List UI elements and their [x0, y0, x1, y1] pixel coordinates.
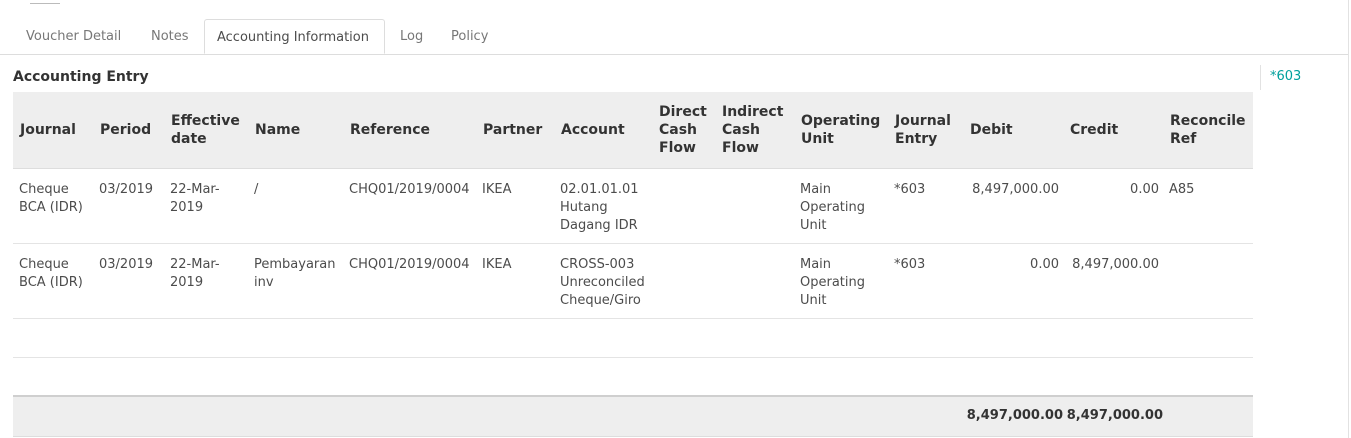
column-header-period[interactable]: Period	[93, 92, 164, 169]
column-header-journal[interactable]: Journal	[13, 92, 93, 169]
tab-policy[interactable]: Policy	[451, 19, 488, 54]
cell-period: 03/2019	[93, 243, 164, 319]
tab-notes[interactable]: Notes	[151, 19, 189, 54]
tab-log[interactable]: Log	[400, 19, 423, 54]
cell-effective-date: 22-Mar-2019	[164, 243, 248, 319]
column-header-name[interactable]: Name	[248, 92, 343, 169]
cell-debit: 8,497,000.00	[963, 168, 1063, 244]
cell-account: CROSS-003 Unreconciled Cheque/Giro	[554, 243, 652, 319]
cell-debit: 0.00	[963, 243, 1063, 319]
table-row[interactable]: Cheque BCA (IDR) 03/2019 22-Mar-2019 Pem…	[13, 243, 1253, 319]
section-title: Accounting Entry	[13, 69, 149, 85]
cell-journal: Cheque BCA (IDR)	[13, 243, 93, 319]
column-header-reference[interactable]: Reference	[343, 92, 476, 169]
cell-indirect-cash-flow	[715, 168, 794, 244]
column-header-credit[interactable]: Credit	[1063, 92, 1163, 169]
cell-journal: Cheque BCA (IDR)	[13, 168, 93, 244]
cell-operating-unit: Main Operating Unit	[794, 243, 888, 319]
cell-journal-entry: *603	[888, 168, 963, 244]
empty-row	[13, 357, 1253, 397]
top-edge-fragment	[30, 0, 60, 4]
column-header-account[interactable]: Account	[554, 92, 652, 169]
tab-voucher-detail[interactable]: Voucher Detail	[26, 19, 121, 54]
cell-reference: CHQ01/2019/0004	[343, 168, 476, 244]
accounting-entry-table: Journal Period Effective date Name Refer…	[13, 92, 1253, 437]
column-header-journal-entry[interactable]: Journal Entry	[888, 92, 963, 169]
column-header-partner[interactable]: Partner	[476, 92, 554, 169]
cell-operating-unit: Main Operating Unit	[794, 168, 888, 244]
tab-accounting-information[interactable]: Accounting Information	[204, 19, 385, 54]
cell-partner: IKEA	[476, 168, 554, 244]
notebook-tabs: Voucher Detail Notes Accounting Informat…	[0, 19, 1348, 55]
panel-right-border	[1348, 0, 1349, 438]
cell-credit: 8,497,000.00	[1063, 243, 1163, 319]
cell-reconcile-ref: A85	[1163, 168, 1253, 244]
column-header-direct-cash-flow[interactable]: Direct Cash Flow	[652, 92, 715, 169]
cell-credit: 0.00	[1063, 168, 1163, 244]
cell-name: /	[248, 168, 343, 244]
cell-account: 02.01.01.01 Hutang Dagang IDR	[554, 168, 652, 244]
total-debit: 8,497,000.00	[963, 396, 1063, 437]
column-header-operating-unit[interactable]: Operating Unit	[794, 92, 888, 169]
column-header-reconcile-ref[interactable]: Reconcile Ref	[1163, 92, 1253, 169]
cell-period: 03/2019	[93, 168, 164, 244]
table-header-row: Journal Period Effective date Name Refer…	[13, 92, 1253, 169]
totals-label-cell	[13, 396, 963, 437]
cell-direct-cash-flow	[652, 168, 715, 244]
totals-row: 8,497,000.00 8,497,000.00	[13, 396, 1253, 437]
cell-direct-cash-flow	[652, 243, 715, 319]
column-header-effective-date[interactable]: Effective date	[164, 92, 248, 169]
cell-partner: IKEA	[476, 243, 554, 319]
empty-row	[13, 318, 1253, 358]
column-header-indirect-cash-flow[interactable]: Indirect Cash Flow	[715, 92, 794, 169]
cell-journal-entry: *603	[888, 243, 963, 319]
table-row[interactable]: Cheque BCA (IDR) 03/2019 22-Mar-2019 / C…	[13, 168, 1253, 244]
cell-reference: CHQ01/2019/0004	[343, 243, 476, 319]
cell-indirect-cash-flow	[715, 243, 794, 319]
cell-reconcile-ref	[1163, 243, 1253, 319]
total-credit: 8,497,000.00	[1063, 396, 1163, 437]
cell-effective-date: 22-Mar-2019	[164, 168, 248, 244]
column-header-debit[interactable]: Debit	[963, 92, 1063, 169]
journal-entry-link[interactable]: *603	[1270, 69, 1301, 84]
side-separator	[1260, 65, 1261, 90]
totals-end-cell	[1163, 396, 1253, 437]
cell-name: Pembayaran inv	[248, 243, 343, 319]
